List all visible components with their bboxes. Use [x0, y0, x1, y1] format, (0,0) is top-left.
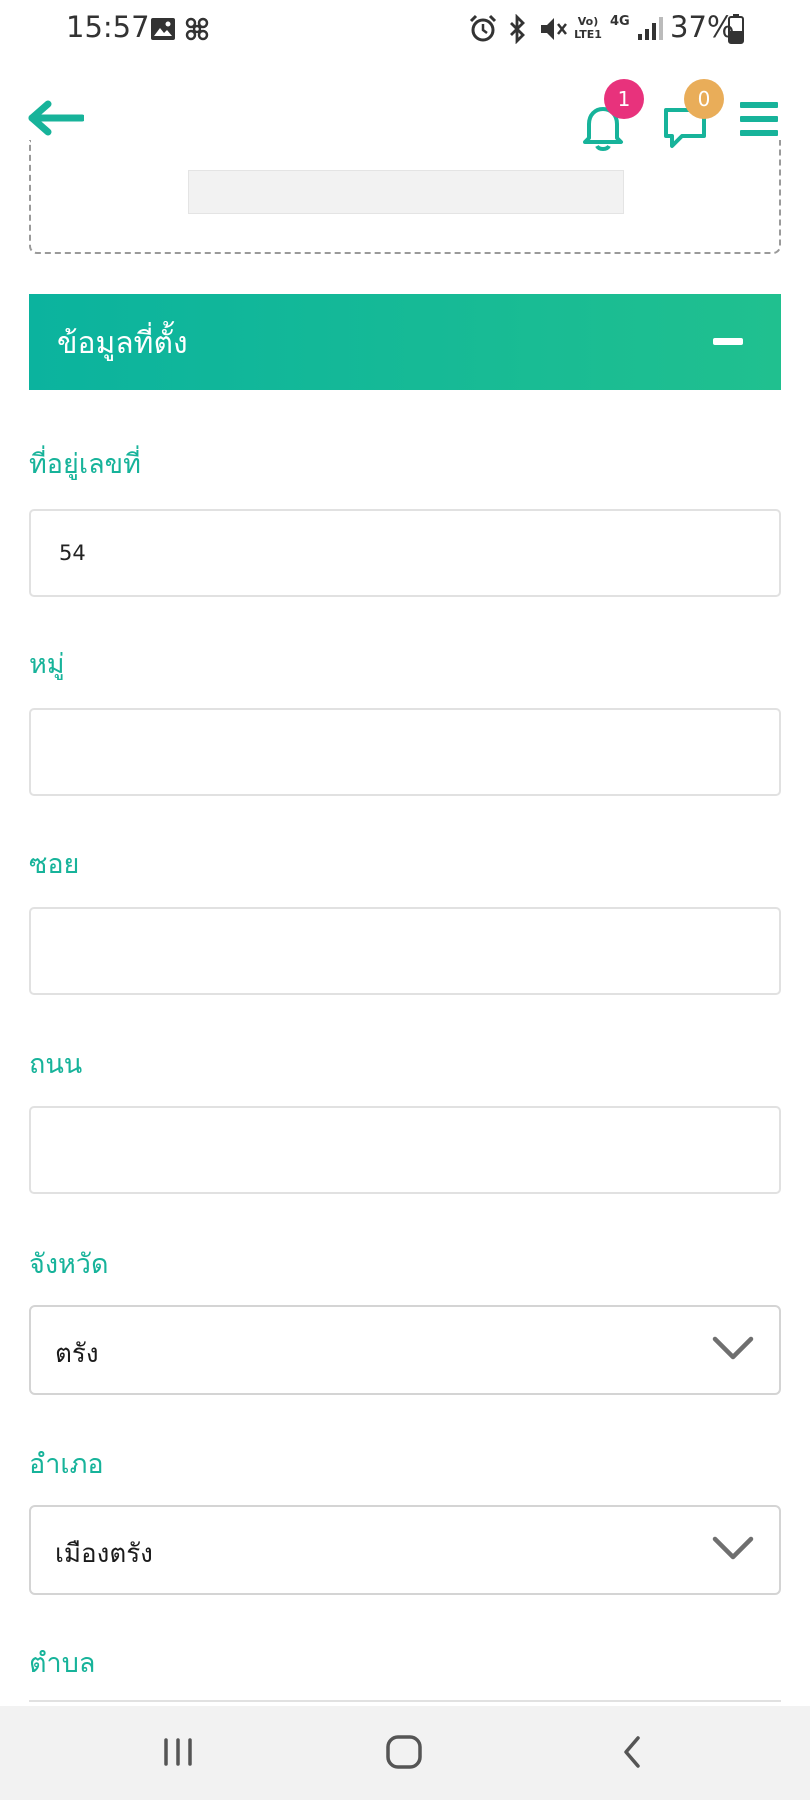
collapse-minus-icon[interactable] [713, 338, 743, 345]
alarm-icon [469, 14, 497, 42]
district-value: เมืองตรัง [55, 1539, 153, 1569]
volte-top: Vo) [577, 15, 599, 28]
network-type: 4G [610, 14, 630, 29]
bluetooth-icon [510, 14, 525, 44]
recent-apps-icon[interactable] [160, 1728, 196, 1776]
province-value: ตรัง [55, 1339, 99, 1369]
location-section-header[interactable]: ข้อมูลที่ตั้ง [29, 294, 781, 390]
volte-indicator: Vo) LTE1 [573, 15, 603, 41]
province-label: จังหวัด [29, 1249, 109, 1280]
house-no-label: ที่อยู่เลขที่ [29, 449, 141, 480]
image-preview-placeholder [188, 170, 624, 214]
moo-label: หมู่ [29, 649, 65, 680]
mute-icon [541, 18, 567, 40]
battery-percent: 37% [670, 10, 735, 44]
back-icon[interactable] [614, 1728, 650, 1776]
image-upload-area[interactable] [29, 140, 781, 254]
road-input[interactable] [29, 1106, 781, 1194]
back-arrow-icon[interactable] [28, 100, 84, 136]
messages-badge: 0 [684, 79, 724, 119]
road-label: ถนน [29, 1049, 83, 1080]
province-select[interactable]: ตรัง [29, 1305, 781, 1395]
battery-icon [728, 14, 744, 44]
home-icon[interactable] [384, 1728, 424, 1776]
district-label: อำเภอ [29, 1449, 104, 1480]
image-icon [151, 18, 175, 40]
pinwheel-icon [185, 17, 209, 41]
status-bar: 15:57 Vo) LTE1 4G 37% [0, 0, 810, 60]
volte-bottom: LTE1 [574, 28, 602, 41]
moo-input[interactable] [29, 708, 781, 796]
section-title: ข้อมูลที่ตั้ง [57, 326, 188, 361]
soi-input[interactable] [29, 907, 781, 995]
system-nav-bar [0, 1706, 810, 1800]
status-time: 15:57 [66, 10, 150, 44]
subdistrict-label: ตำบล [29, 1648, 96, 1679]
district-select[interactable]: เมืองตรัง [29, 1505, 781, 1595]
hamburger-menu-icon[interactable] [738, 98, 780, 140]
notifications-badge: 1 [604, 79, 644, 119]
house-no-input[interactable] [29, 509, 781, 597]
chevron-down-icon [712, 1336, 754, 1360]
chevron-down-icon [712, 1536, 754, 1560]
signal-icon [638, 17, 663, 40]
soi-label: ซอย [29, 849, 80, 880]
